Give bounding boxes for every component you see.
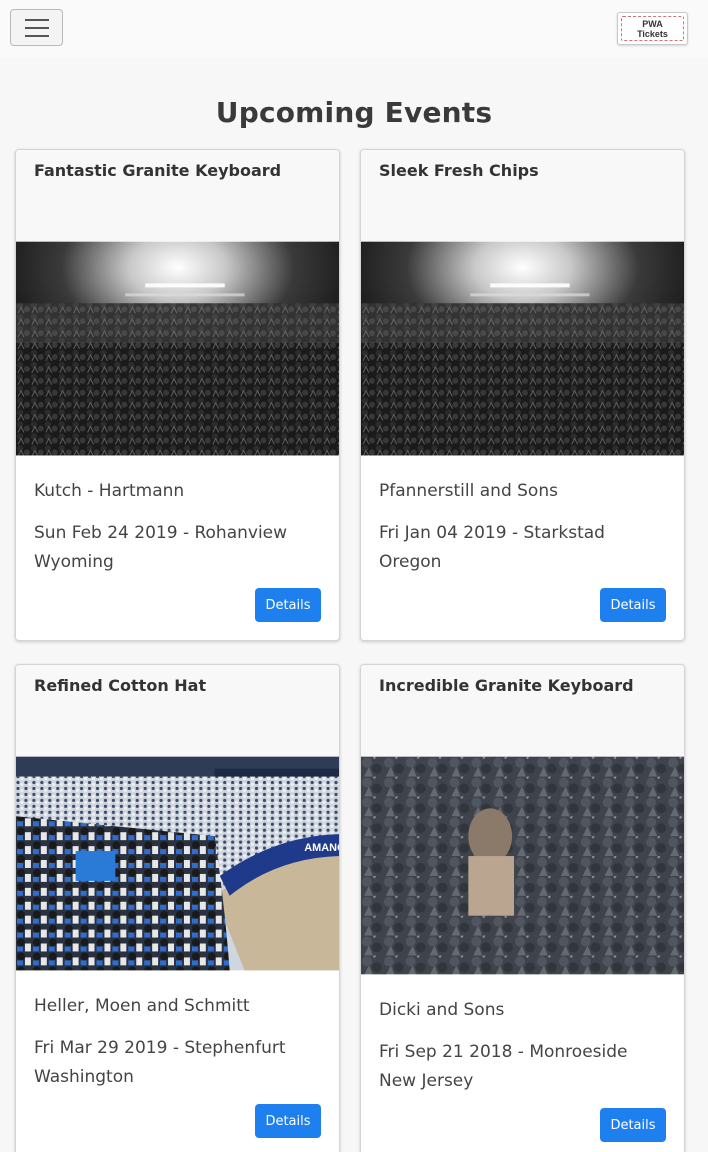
logo-line-1: PWA xyxy=(642,18,663,29)
event-title: Sleek Fresh Chips xyxy=(361,150,684,241)
event-title: Fantastic Granite Keyboard xyxy=(16,150,339,241)
event-image-concert-crowd xyxy=(361,241,684,456)
pwa-tickets-logo[interactable]: PWA Tickets xyxy=(617,12,688,45)
details-button[interactable]: Details xyxy=(255,1104,321,1138)
event-venue: Dicki and Sons xyxy=(379,1000,505,1020)
event-venue: Kutch - Hartmann xyxy=(34,481,185,501)
hamburger-menu-icon[interactable] xyxy=(10,9,63,46)
event-date-location: Sun Feb 24 2019 - Rohanview Wyoming xyxy=(34,523,288,572)
event-title: Refined Cotton Hat xyxy=(16,665,339,756)
page-title: Upcoming Events xyxy=(215,96,493,129)
event-card: Sleek Fresh Chips Pfannerstill and Sons … xyxy=(360,149,685,641)
logo-line-2: Tickets xyxy=(637,28,668,39)
details-button[interactable]: Details xyxy=(600,1108,666,1142)
event-date-location: Fri Sep 21 2018 - Monroeside New Jersey xyxy=(379,1042,628,1091)
event-card: Refined Cotton Hat AMANO Heller, Moen an… xyxy=(15,664,340,1152)
event-venue: Pfannerstill and Sons xyxy=(379,481,558,501)
event-title: Incredible Granite Keyboard xyxy=(361,665,684,756)
event-card: Fantastic Granite Keyboard Kutch - Hartm… xyxy=(15,149,340,641)
stadium-sign-text: AMANO xyxy=(304,842,339,854)
details-button[interactable]: Details xyxy=(255,588,321,622)
navbar: PWA Tickets xyxy=(0,0,708,58)
event-date-location: Fri Jan 04 2019 - Starkstad Oregon xyxy=(379,523,605,572)
event-date-location: Fri Mar 29 2019 - Stephenfurt Washington xyxy=(34,1038,286,1087)
event-image-festival-crowd xyxy=(361,756,684,975)
event-image-concert-crowd xyxy=(16,241,339,456)
event-card: Incredible Granite Keyboard Dicki and So… xyxy=(360,664,685,1152)
event-image-baseball-stadium: AMANO xyxy=(16,756,339,971)
details-button[interactable]: Details xyxy=(600,588,666,622)
event-venue: Heller, Moen and Schmitt xyxy=(34,996,250,1016)
